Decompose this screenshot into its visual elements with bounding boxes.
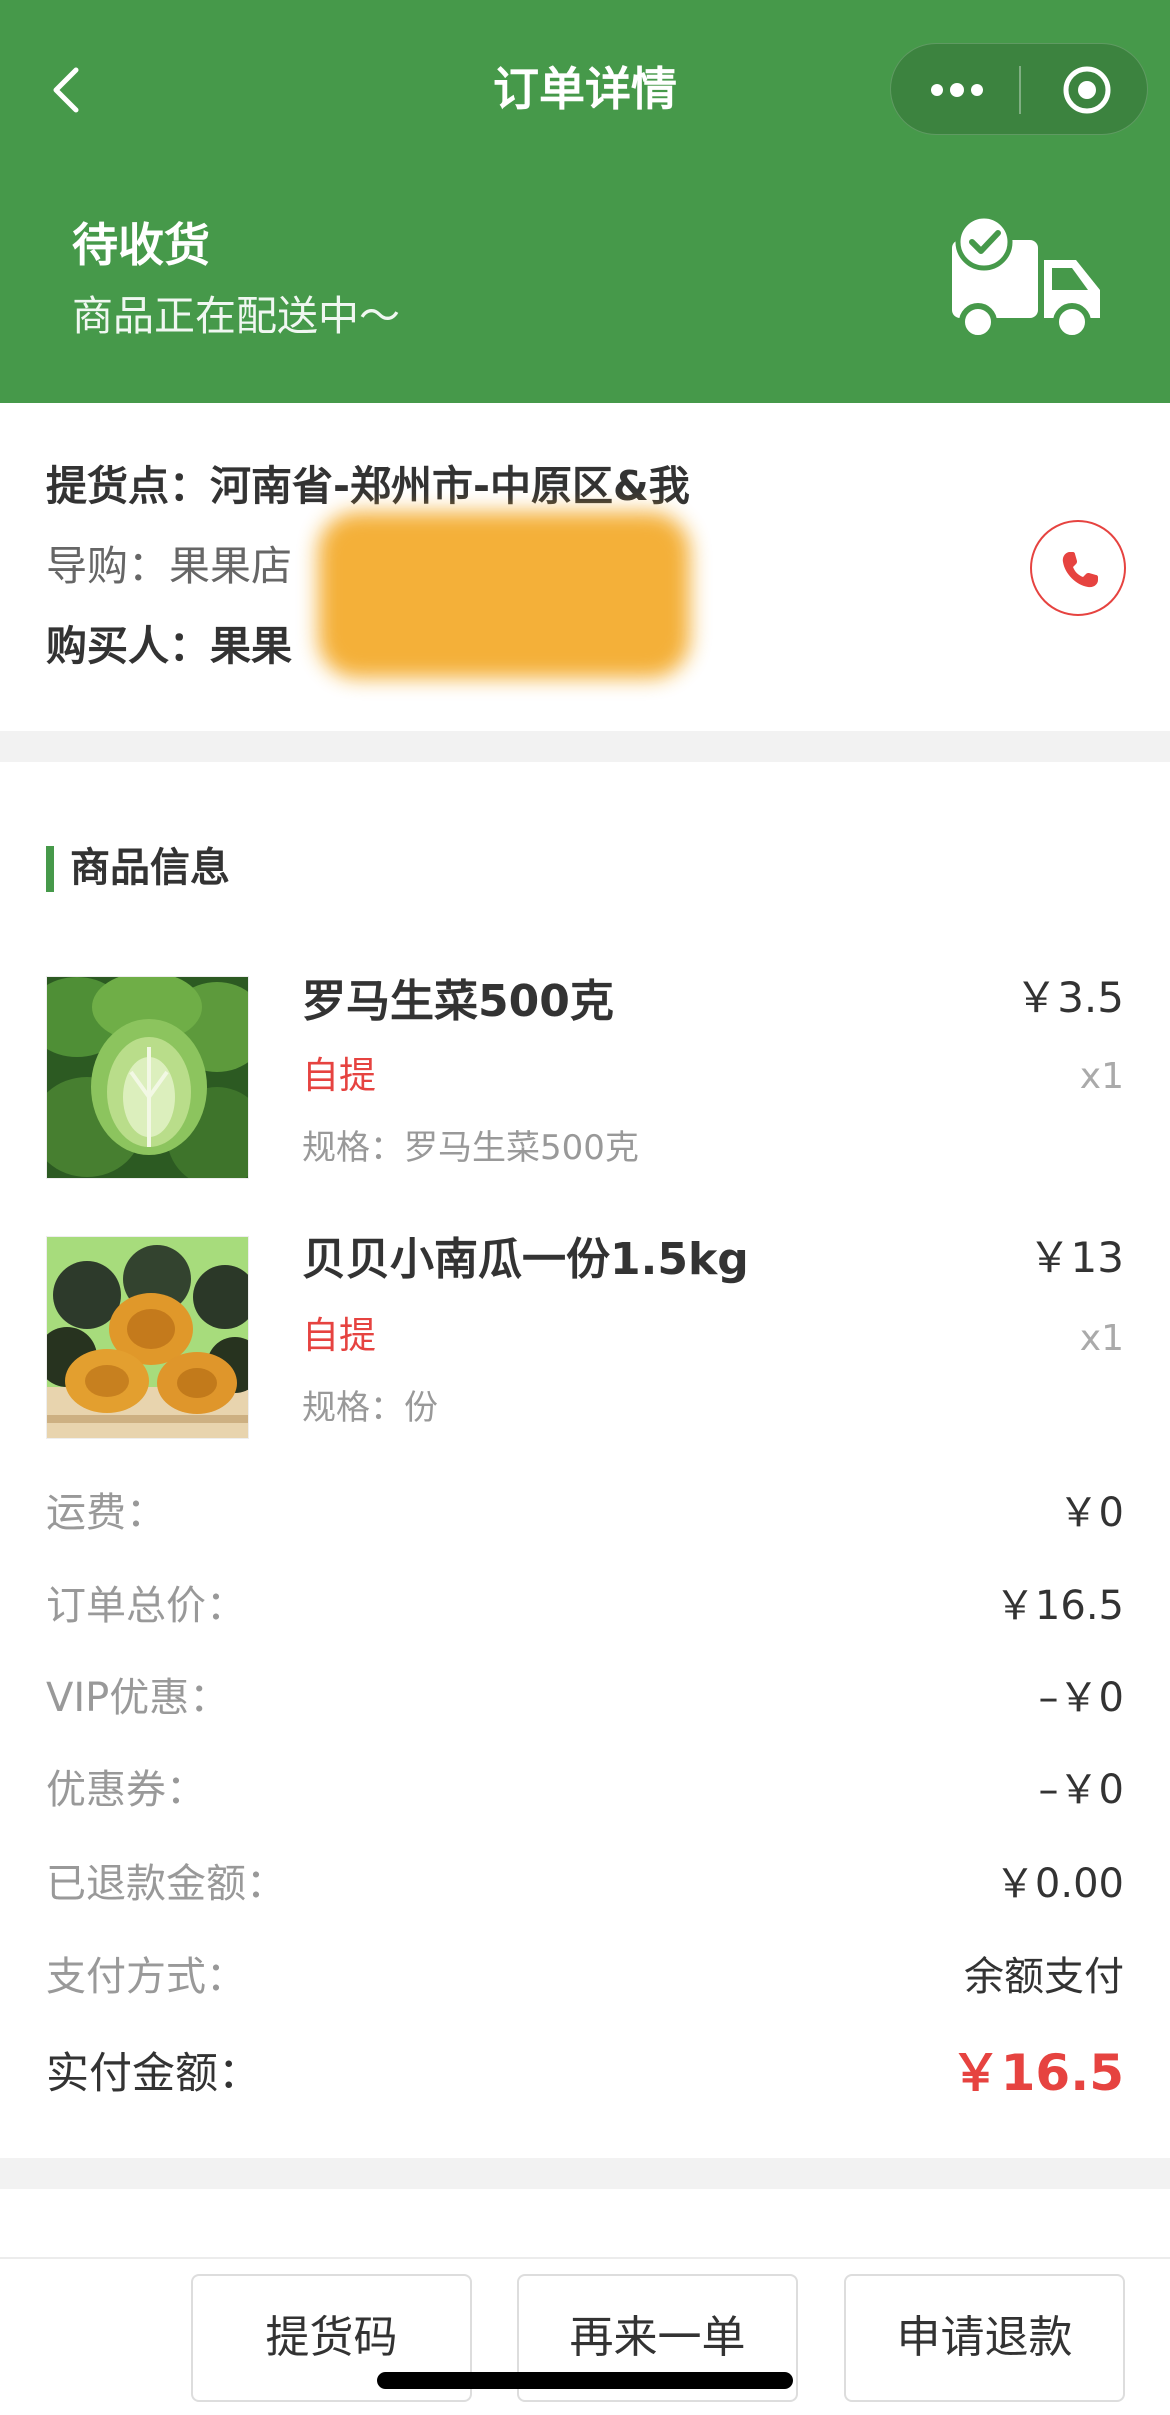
target-circle-icon [1063,66,1111,114]
status-title: 待收货 [72,218,210,272]
pickup-point-label: 提货点： [46,462,210,510]
product-price: ￥3.5 [1015,973,1124,1022]
spec-label: 规格： [302,1128,404,1168]
product-spec: 规格：罗马生菜500克 [302,1126,639,1170]
action-bar-border [0,2257,1170,2259]
amount-paid-value: ￥16.5 [950,2044,1124,2102]
shipping-fee-value: ￥0 [1058,1490,1124,1536]
guide-label: 导购： [46,542,169,590]
shipping-fee-label: 运费： [46,1490,166,1536]
romaine-lettuce-image[interactable] [46,976,249,1179]
baby-pumpkin-image[interactable] [46,1236,249,1439]
redaction-blur [318,512,690,678]
refunded-amount-value: ￥0.00 [994,1861,1124,1907]
product-name: 贝贝小南瓜一份1.5kg [302,1234,749,1285]
product-quantity: x1 [1079,1056,1124,1097]
spec-value: 罗马生菜500克 [404,1128,639,1168]
request-refund-button[interactable]: 申请退款 [844,2274,1125,2402]
order-total-value: ￥16.5 [994,1583,1124,1629]
payment-method-label: 支付方式： [46,1954,246,2000]
buyer-label: 购买人： [46,622,210,670]
payment-method-value: 余额支付 [964,1954,1124,2000]
spec-value: 份 [404,1388,438,1428]
delivery-method: 自提 [302,1054,376,1097]
pickup-point: 提货点：河南省-郑州市-中原区&我 [46,460,690,512]
product-name: 罗马生菜500克 [302,976,614,1027]
section-divider [0,2158,1170,2189]
capsule-divider [1019,66,1021,114]
coupon-label: 优惠券： [46,1767,206,1813]
products-section-title: 商品信息 [70,845,230,891]
call-button[interactable] [1030,520,1126,616]
order-status-header: 订单详情 待收货 商品正在配送中～ [0,0,1170,403]
refunded-amount-label: 已退款金额： [46,1861,286,1907]
vip-discount-label: VIP优惠： [46,1675,230,1721]
more-dots-icon [931,83,983,97]
pickup-point-value: 河南省-郑州市-中原区&我 [210,462,690,510]
miniprogram-capsule [890,43,1148,135]
product-quantity: x1 [1079,1318,1124,1359]
coupon-value: –￥0 [1038,1767,1124,1813]
buyer: 购买人：果果 [46,620,292,672]
product-price: ￥13 [1028,1233,1124,1282]
home-indicator[interactable] [377,2372,793,2389]
spec-label: 规格： [302,1388,404,1428]
delivery-method: 自提 [302,1314,376,1357]
buyer-value: 果果 [210,622,292,670]
delivery-truck-check-icon [952,213,1100,341]
amount-paid-label: 实付金额： [46,2049,261,2099]
guide-value: 果果店 [169,542,292,590]
shopping-guide: 导购：果果店 [46,540,292,592]
section-divider [0,731,1170,762]
order-total-label: 订单总价： [46,1583,246,1629]
section-accent-bar [46,846,54,892]
status-subtitle: 商品正在配送中～ [72,292,400,340]
vip-discount-value: –￥0 [1038,1675,1124,1721]
product-spec: 规格：份 [302,1386,438,1430]
more-button[interactable] [921,60,993,120]
phone-icon [1062,552,1098,588]
close-miniprogram-button[interactable] [1051,60,1123,120]
